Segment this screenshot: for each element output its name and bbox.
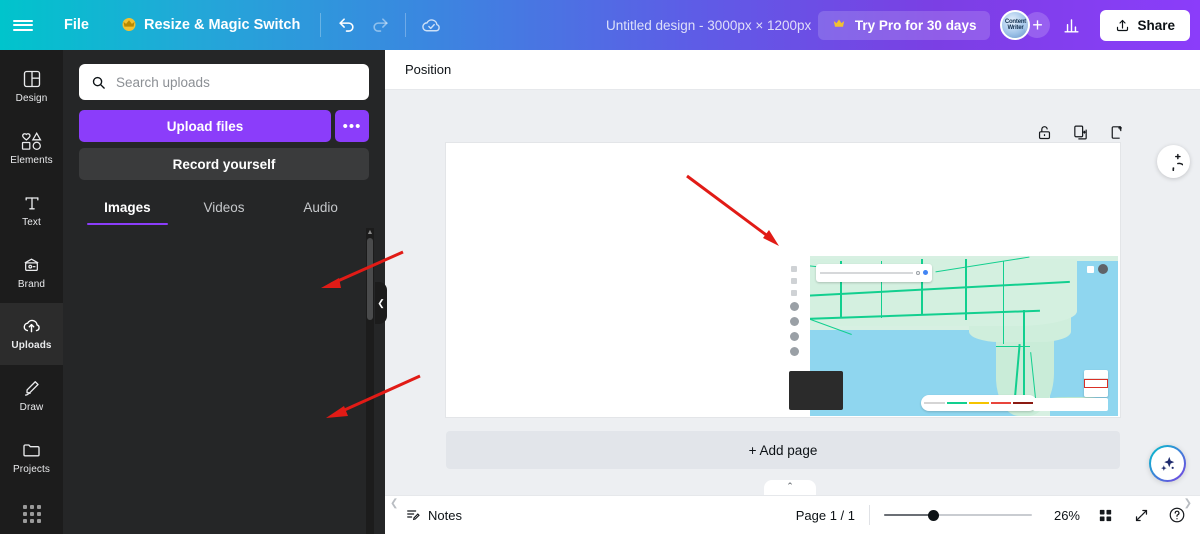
chevron-up-icon[interactable]: ▲ — [367, 228, 374, 236]
sidebar-item-uploads[interactable]: Uploads — [0, 302, 63, 365]
page-tools — [1034, 122, 1126, 142]
sidebar-item-elements[interactable]: Elements — [0, 118, 63, 180]
share-button[interactable]: Share — [1100, 9, 1190, 41]
chevron-left-icon: ❮ — [377, 297, 385, 308]
file-menu-button[interactable]: File — [50, 11, 103, 39]
projects-folder-icon — [23, 444, 40, 457]
record-yourself-button[interactable]: Record yourself — [79, 148, 369, 180]
design-title[interactable]: Untitled design - 3000px × 1200px — [606, 0, 811, 50]
search-uploads-box[interactable] — [79, 64, 369, 100]
zoom-percentage[interactable]: 26% — [1046, 508, 1080, 523]
top-right-actions: Try Pro for 30 days Content Writer + Sha… — [817, 0, 1190, 50]
editor-main-area: Position + Add page — [385, 50, 1200, 534]
position-toolbar: Position — [385, 50, 1200, 90]
sidebar-label-design: Design — [15, 93, 48, 105]
bottom-toolbar: Notes Page 1 / 1 26% — [385, 495, 1200, 534]
tab-audio[interactable]: Audio — [272, 192, 369, 225]
bottom-divider — [869, 505, 870, 525]
hamburger-icon[interactable] — [0, 0, 46, 50]
map-image-gulf-coast-florida[interactable] — [779, 256, 1118, 416]
design-layout-icon — [23, 71, 40, 88]
try-pro-label: Try Pro for 30 days — [854, 17, 977, 33]
scroll-right-chevron-icon[interactable]: ❯ — [1184, 498, 1192, 509]
top-toolbar: File Resize & Magic Switch Untitled desi… — [0, 0, 1200, 50]
sidebar-label-brand: Brand — [17, 278, 46, 290]
undo-icon[interactable] — [329, 8, 363, 42]
members-group: Content Writer + — [1000, 10, 1051, 40]
sidebar-item-draw[interactable]: Draw — [0, 365, 63, 427]
sidebar-item-text[interactable]: Text — [0, 179, 63, 241]
cloud-saved-icon[interactable] — [414, 8, 448, 42]
resize-magic-switch-button[interactable]: Resize & Magic Switch — [109, 11, 312, 39]
try-pro-button[interactable]: Try Pro for 30 days — [817, 10, 991, 40]
share-upload-icon — [1117, 19, 1129, 31]
more-options-icon[interactable]: ••• — [335, 110, 369, 142]
tab-videos[interactable]: Videos — [176, 192, 273, 225]
add-page-button[interactable]: + Add page — [446, 431, 1120, 469]
left-sidebar-rail: Design Elements Text Brand Uploads Draw … — [0, 50, 63, 534]
add-page-icon[interactable] — [1106, 122, 1126, 142]
search-icon — [92, 76, 105, 89]
upload-files-button[interactable]: Upload files — [79, 110, 331, 142]
brand-kit-icon — [24, 258, 39, 271]
sidebar-label-draw: Draw — [19, 402, 44, 414]
fullscreen-expand-icon[interactable] — [1130, 504, 1152, 526]
sidebar-label-text: Text — [22, 216, 41, 228]
avatar-line2: Writer — [1007, 25, 1024, 31]
zoom-slider[interactable] — [884, 506, 1032, 524]
uploads-panel: Upload files ••• Record yourself Images … — [63, 50, 385, 534]
map-traffic-legend — [921, 395, 1037, 412]
chevron-up-icon: ⌃ — [786, 481, 794, 491]
insights-bar-chart-icon[interactable] — [1054, 8, 1088, 42]
sidebar-label-elements: Elements — [10, 155, 53, 167]
upload-actions-row: Upload files ••• — [79, 110, 369, 142]
map-thumbnail-card — [789, 371, 844, 410]
expand-pages-tab[interactable]: ⌃ — [764, 480, 816, 495]
duplicate-icon[interactable] — [1070, 122, 1090, 142]
map-search-bar — [816, 264, 932, 282]
toolbar-divider-2 — [405, 13, 407, 37]
lock-icon[interactable] — [1034, 122, 1054, 142]
elements-shapes-icon — [21, 132, 42, 151]
draw-pencil-icon — [25, 381, 39, 396]
resize-label: Resize & Magic Switch — [143, 17, 301, 33]
scrollbar-thumb[interactable] — [367, 238, 373, 320]
grid-view-icon[interactable] — [1094, 504, 1116, 526]
map-top-right-controls — [1086, 264, 1108, 274]
canvas-page[interactable] — [446, 143, 1120, 417]
crown-icon — [121, 18, 137, 32]
uploads-tabs: Images Videos Audio — [79, 192, 369, 225]
page-counter[interactable]: Page 1 / 1 — [796, 508, 855, 523]
sidebar-label-projects: Projects — [13, 463, 50, 475]
uploads-scrollbar[interactable]: ▲ — [366, 228, 374, 534]
toolbar-divider — [320, 13, 322, 37]
map-zoom-controls — [1084, 369, 1108, 397]
uploads-cloud-icon — [23, 320, 40, 333]
sidebar-item-brand[interactable]: Brand — [0, 241, 63, 303]
notes-label: Notes — [428, 507, 462, 523]
zoom-slider-fill — [884, 514, 932, 516]
notes-button[interactable]: Notes — [397, 501, 470, 529]
sparkle-glyph-icon — [1160, 456, 1174, 471]
scroll-left-chevron-icon[interactable]: ❮ — [390, 498, 398, 509]
share-label: Share — [1137, 17, 1175, 33]
text-t-icon — [25, 197, 38, 210]
add-member-button[interactable]: + — [1024, 12, 1051, 38]
panel-collapse-handle[interactable]: ❮ — [375, 282, 387, 324]
magic-sparkle-icon[interactable] — [1149, 445, 1186, 482]
zoom-slider-knob[interactable] — [928, 510, 940, 521]
redo-icon[interactable] — [363, 8, 397, 42]
sidebar-label-uploads: Uploads — [11, 340, 52, 352]
map-scale-bar — [1033, 398, 1108, 412]
search-input[interactable] — [116, 74, 357, 90]
add-comment-icon[interactable] — [1157, 145, 1190, 178]
position-button[interactable]: Position — [395, 56, 461, 83]
apps-grid-icon[interactable] — [0, 494, 63, 534]
bottom-right-controls: Page 1 / 1 26% — [796, 504, 1200, 526]
notes-icon — [407, 510, 420, 521]
tab-images[interactable]: Images — [79, 192, 176, 225]
crown-icon-pro — [832, 18, 848, 32]
sidebar-item-projects[interactable]: Projects — [0, 426, 63, 488]
sidebar-item-design[interactable]: Design — [0, 56, 63, 118]
